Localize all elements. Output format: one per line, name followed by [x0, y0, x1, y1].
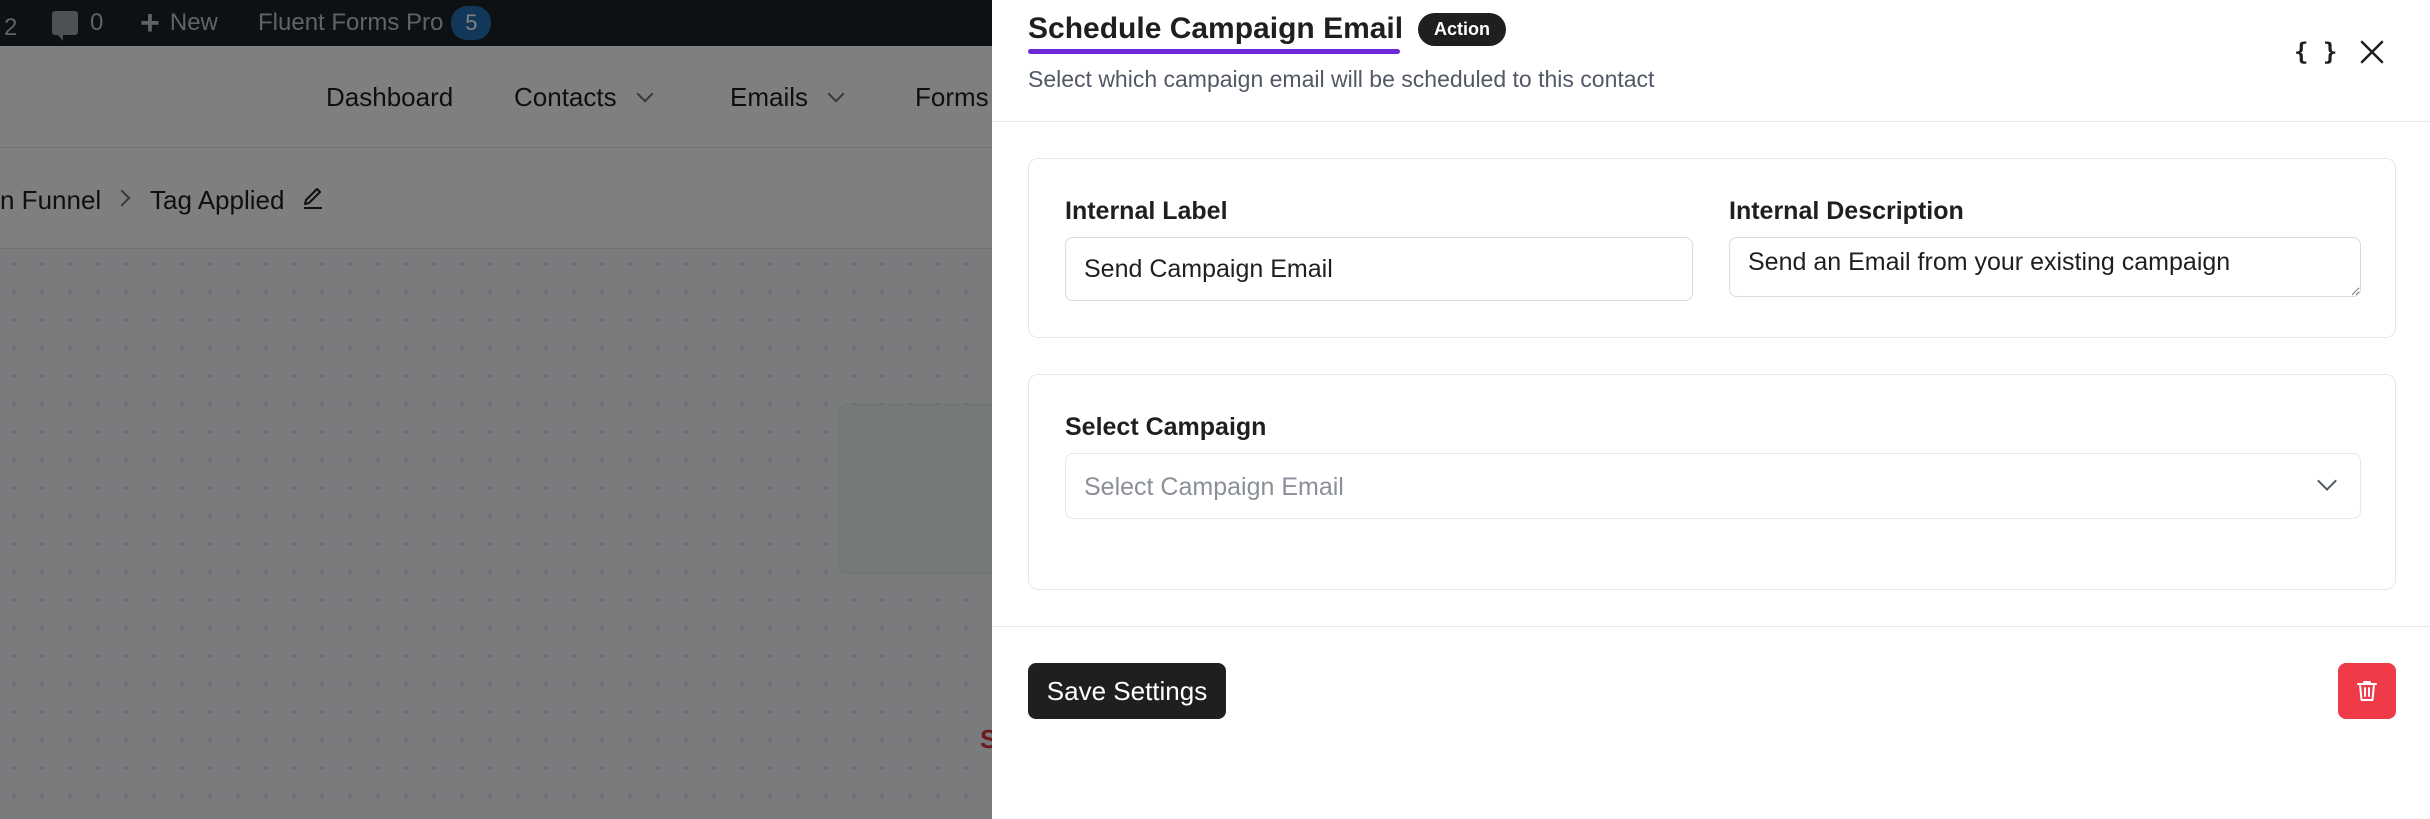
campaign-select[interactable]: Select Campaign Email — [1065, 453, 2361, 519]
internal-label-input[interactable] — [1065, 237, 1693, 301]
settings-drawer: Schedule Campaign Email Action Select wh… — [992, 0, 2430, 819]
drawer-title: Schedule Campaign Email — [1028, 12, 1404, 45]
internal-description-title: Internal Description — [1729, 197, 1964, 225]
internal-description-field[interactable]: Send an Email from your existing campaig… — [1729, 237, 2361, 297]
drawer-header: Schedule Campaign Email Action Select wh… — [992, 0, 2430, 122]
title-underline — [1028, 49, 1400, 54]
save-settings-button[interactable]: Save Settings — [1028, 663, 1226, 719]
drawer-subtitle: Select which campaign email will be sche… — [1028, 66, 1655, 92]
internal-label-title: Internal Label — [1065, 197, 1228, 225]
label-settings-panel: Internal Label Internal Description Send… — [1028, 158, 2396, 338]
chevron-down-icon — [2317, 471, 2337, 491]
delete-button[interactable] — [2338, 663, 2396, 719]
braces-icon[interactable]: { } — [2294, 38, 2337, 66]
trash-icon — [2357, 681, 2377, 701]
select-campaign-title: Select Campaign — [1065, 413, 1267, 441]
campaign-select-placeholder: Select Campaign Email — [1084, 473, 1344, 501]
close-icon[interactable] — [2356, 36, 2388, 68]
campaign-panel: Select Campaign Select Campaign Email — [1028, 374, 2396, 590]
action-badge: Action — [1418, 13, 1506, 46]
footer-divider — [992, 626, 2430, 627]
